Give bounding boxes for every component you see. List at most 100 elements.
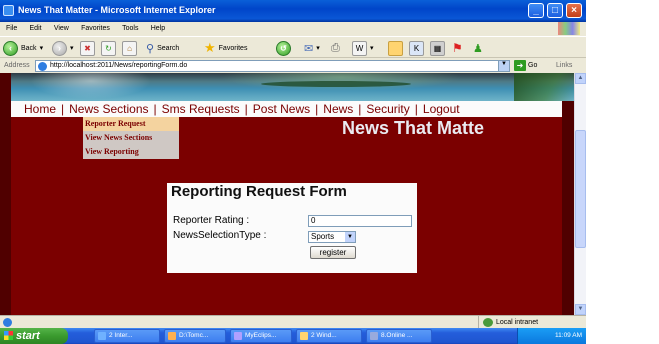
menu-file[interactable]: File xyxy=(6,22,17,35)
forward-button[interactable]: › ▾ xyxy=(52,40,74,56)
document-icon xyxy=(370,332,378,340)
task-label: MyEclips... xyxy=(245,332,277,339)
menu-view[interactable]: View xyxy=(54,22,69,35)
menu-help[interactable]: Help xyxy=(151,22,165,35)
page-icon xyxy=(38,62,47,71)
windows-flag-icon xyxy=(558,22,580,35)
taskbar-item-explorer[interactable]: 2 Wind... xyxy=(296,329,362,343)
nav-logout[interactable]: Logout xyxy=(423,102,460,116)
scroll-thumb[interactable] xyxy=(575,130,586,248)
submenu-view-news-sections[interactable]: View News Sections xyxy=(83,131,179,145)
history-button[interactable]: ↺ xyxy=(276,40,291,56)
forward-arrow-icon: › xyxy=(52,40,67,56)
clock[interactable]: 11:09 AM xyxy=(555,332,582,339)
search-icon: ⚲ xyxy=(146,42,155,55)
research-button[interactable]: ▦ xyxy=(430,40,445,56)
title-bar: News That Matter - Microsoft Internet Ex… xyxy=(0,0,586,22)
taskbar-item-online[interactable]: 8.Online ... xyxy=(366,329,432,343)
chevron-down-icon: ▾ xyxy=(39,45,44,52)
favorites-label: Favorites xyxy=(218,44,248,52)
star-icon: ★ xyxy=(204,40,216,55)
banner-image xyxy=(11,73,574,101)
task-label: 8.Online ... xyxy=(381,332,413,339)
main-nav: Home | News Sections | Sms Requests | Post New… xyxy=(11,101,562,117)
nav-separator: | xyxy=(358,102,362,116)
favorites-button[interactable]: ★ Favorites xyxy=(204,40,247,56)
mail-button[interactable]: ✉ ▾ xyxy=(304,40,320,56)
network-button[interactable]: ♟ xyxy=(473,40,483,56)
folder-icon xyxy=(300,332,308,340)
back-button[interactable]: ‹ Back ▾ xyxy=(3,40,43,56)
close-button[interactable]: × xyxy=(566,3,582,18)
taskbar-item-myeclipse[interactable]: MyEclips... xyxy=(230,329,292,343)
print-button[interactable]: ⎙ xyxy=(331,40,340,56)
back-label: Back xyxy=(21,44,37,52)
refresh-button[interactable]: ↻ xyxy=(101,40,116,56)
go-arrow-icon: ➜ xyxy=(514,60,526,71)
page-content: Home | News Sections | Sms Requests | Post New… xyxy=(0,73,574,315)
nav-post-news[interactable]: Post News xyxy=(253,102,310,116)
stop-icon: ✖ xyxy=(80,40,95,56)
taskbar-item-tomcat[interactable]: D:\Tomc... xyxy=(164,329,226,343)
task-label: 2 Wind... xyxy=(311,332,337,339)
links-button[interactable]: Links xyxy=(556,62,572,69)
search-label: Search xyxy=(157,44,180,52)
research-icon: ▦ xyxy=(430,40,445,56)
flag-icon: ⚑ xyxy=(452,41,463,55)
taskbar: start 2 Inter... D:\Tomc... MyEclips... … xyxy=(0,328,586,344)
rating-input[interactable]: 0 xyxy=(308,215,412,227)
chevron-down-icon: ▾ xyxy=(316,45,320,52)
tool-button[interactable]: ⚑ xyxy=(452,40,463,56)
folder-button[interactable] xyxy=(388,40,403,56)
messenger-icon: K xyxy=(409,40,424,56)
news-sections-submenu: Reporter Request View News Sections View… xyxy=(83,117,179,159)
system-tray: 11:09 AM xyxy=(517,328,586,344)
home-button[interactable]: ⌂ xyxy=(122,40,137,56)
scroll-down-icon[interactable]: ▼ xyxy=(575,304,586,315)
stop-button[interactable]: ✖ xyxy=(80,40,95,56)
menu-favorites[interactable]: Favorites xyxy=(81,22,110,35)
reporting-request-form: Reporting Request Form Reporter Rating :… xyxy=(167,183,417,273)
address-url: http://localhost:2011/News/reportingForm… xyxy=(50,62,188,69)
minimize-button[interactable]: _ xyxy=(528,3,544,18)
address-input[interactable]: http://localhost:2011/News/reportingForm… xyxy=(35,60,510,72)
edit-button[interactable]: W ▾ xyxy=(352,40,374,56)
maximize-button[interactable]: □ xyxy=(547,3,563,18)
register-button[interactable]: register xyxy=(310,246,356,259)
menu-tools[interactable]: Tools xyxy=(122,22,138,35)
nav-home[interactable]: Home xyxy=(24,102,56,116)
myeclipse-icon xyxy=(234,332,242,340)
nav-news[interactable]: News xyxy=(323,102,353,116)
chevron-down-icon[interactable]: ▼ xyxy=(498,61,509,71)
tomcat-icon xyxy=(168,332,176,340)
nav-security[interactable]: Security xyxy=(366,102,409,116)
start-button[interactable]: start xyxy=(0,328,68,344)
windows-logo-icon xyxy=(4,331,13,340)
messenger-button[interactable]: K xyxy=(409,40,424,56)
vertical-scrollbar[interactable]: ▲ ▼ xyxy=(574,73,586,315)
nav-separator: | xyxy=(414,102,418,116)
menu-edit[interactable]: Edit xyxy=(30,22,42,35)
nav-news-sections[interactable]: News Sections xyxy=(69,102,148,116)
right-border xyxy=(562,101,574,315)
search-button[interactable]: ⚲ Search xyxy=(146,40,179,56)
chevron-down-icon: ▾ xyxy=(370,45,374,52)
status-bar: Local intranet xyxy=(0,315,586,329)
scroll-up-icon[interactable]: ▲ xyxy=(575,73,586,84)
intranet-icon xyxy=(483,318,493,327)
type-selected-value: Sports xyxy=(311,232,335,241)
island-shape xyxy=(261,81,411,87)
nav-separator: | xyxy=(61,102,65,116)
submenu-reporter-request[interactable]: Reporter Request xyxy=(83,117,179,131)
taskbar-item-ie[interactable]: 2 Inter... xyxy=(94,329,160,343)
form-heading: Reporting Request Form xyxy=(171,183,347,200)
go-button[interactable]: ➜ Go xyxy=(514,60,537,71)
printer-icon: ⎙ xyxy=(331,41,340,54)
edit-icon: W xyxy=(352,40,367,56)
nav-sms-requests[interactable]: Sms Requests xyxy=(162,102,240,116)
go-label: Go xyxy=(528,62,538,69)
type-select[interactable]: Sports ▼ xyxy=(308,231,356,243)
start-label: start xyxy=(16,330,40,342)
type-label: NewsSelectionType : xyxy=(173,230,267,241)
submenu-view-reporting[interactable]: View Reporting xyxy=(83,145,179,159)
